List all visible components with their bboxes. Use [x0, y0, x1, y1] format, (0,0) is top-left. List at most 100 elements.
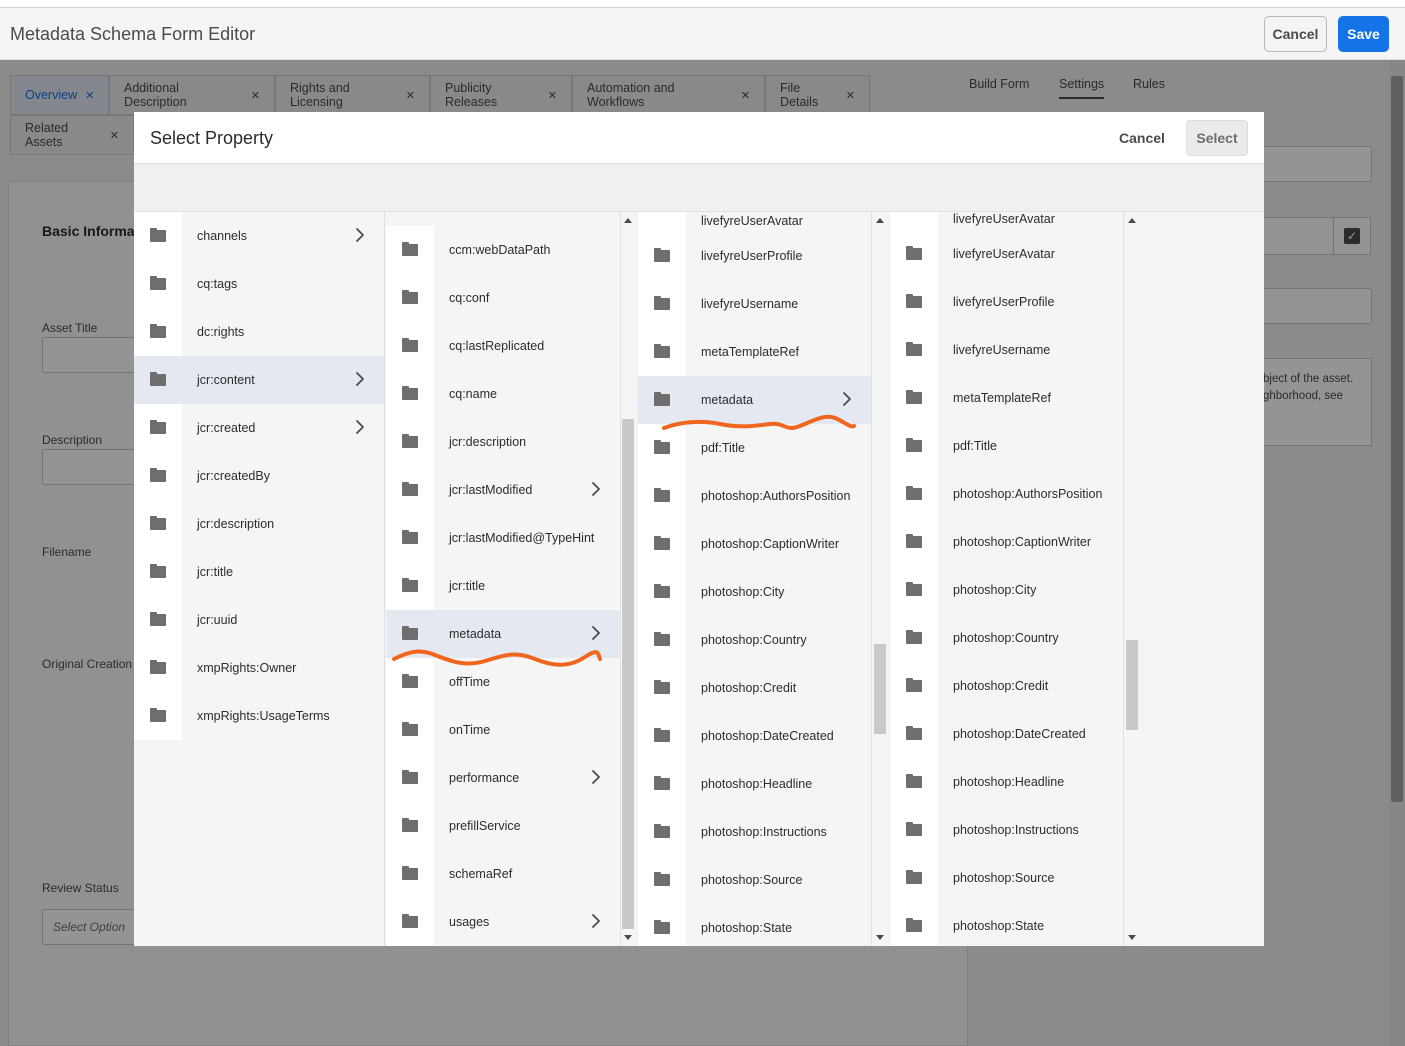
property-row[interactable]: usages — [386, 898, 620, 946]
chevron-right-icon[interactable] — [350, 369, 370, 389]
scroll-down-icon[interactable] — [876, 935, 884, 940]
dialog-cancel-button[interactable]: Cancel — [1110, 120, 1174, 156]
folder-icon — [906, 534, 922, 548]
property-row[interactable]: jcr:lastModified@TypeHint — [386, 514, 620, 562]
folder-icon — [402, 578, 418, 592]
property-label: usages — [449, 915, 490, 929]
scroll-up-icon[interactable] — [624, 218, 632, 223]
property-row[interactable]: xmpRights:Owner — [134, 644, 384, 692]
property-row[interactable]: jcr:createdBy — [134, 452, 384, 500]
property-row[interactable]: photoshop:Country — [638, 616, 871, 664]
property-row[interactable]: cq:lastReplicated — [386, 322, 620, 370]
property-row[interactable]: onTime — [386, 706, 620, 754]
property-row[interactable]: photoshop:Credit — [638, 664, 871, 712]
property-row[interactable]: jcr:uuid — [134, 596, 384, 644]
property-row[interactable]: photoshop:State — [638, 904, 871, 946]
property-row[interactable]: photoshop:Headline — [890, 758, 1123, 806]
property-row[interactable]: photoshop:Instructions — [890, 806, 1123, 854]
property-row[interactable]: photoshop:DateCreated — [890, 710, 1123, 758]
folder-icon-cell — [386, 754, 434, 802]
folder-icon-cell — [638, 328, 686, 376]
save-button[interactable]: Save — [1338, 16, 1389, 52]
property-row[interactable]: livefyreUserProfile — [638, 232, 871, 280]
property-row[interactable]: photoshop:CaptionWriter — [638, 520, 871, 568]
dialog-title: Select Property — [150, 128, 274, 148]
column-browser-level-1: channels cq:tags dc:rights jcr:content jcr:c… — [134, 212, 385, 946]
property-row[interactable]: performance — [386, 754, 620, 802]
property-row[interactable]: photoshop:Source — [638, 856, 871, 904]
property-row[interactable]: jcr:title — [386, 562, 620, 610]
property-label: photoshop:DateCreated — [701, 729, 834, 743]
property-row[interactable]: pdf:Title — [890, 422, 1123, 470]
property-row[interactable]: photoshop:Instructions — [638, 808, 871, 856]
property-row[interactable]: photoshop:Source — [890, 854, 1123, 902]
property-row[interactable]: metadata — [638, 376, 871, 424]
chevron-right-icon[interactable] — [350, 225, 370, 245]
scrollbar-thumb[interactable] — [1126, 640, 1138, 730]
folder-icon — [150, 516, 166, 530]
scrollbar-thumb[interactable] — [874, 644, 886, 734]
property-row[interactable]: jcr:content — [134, 356, 384, 404]
column-2-scrollbar[interactable] — [621, 212, 635, 946]
cancel-button[interactable]: Cancel — [1264, 16, 1327, 52]
chevron-right-icon[interactable] — [586, 767, 606, 787]
column-browser-level-2: ccm:webDataPath cq:conf cq:lastReplicated c… — [386, 212, 621, 946]
scroll-up-icon[interactable] — [876, 218, 884, 223]
property-row[interactable]: photoshop:Country — [890, 614, 1123, 662]
property-row[interactable]: pdf:Title — [638, 424, 871, 472]
scroll-up-icon[interactable] — [1128, 218, 1136, 223]
property-label: livefyreUserAvatar — [953, 247, 1055, 261]
property-row[interactable]: jcr:description — [134, 500, 384, 548]
property-row[interactable]: photoshop:AuthorsPosition — [638, 472, 871, 520]
property-row[interactable]: photoshop:City — [638, 568, 871, 616]
folder-icon-cell — [890, 614, 938, 662]
property-row[interactable]: channels — [134, 212, 384, 260]
chevron-right-icon[interactable] — [837, 389, 857, 409]
folder-icon — [654, 872, 670, 886]
property-row[interactable]: livefyreUsername — [890, 326, 1123, 374]
property-label: photoshop:City — [953, 583, 1037, 597]
chevron-right-icon[interactable] — [586, 911, 606, 931]
property-label: photoshop:Source — [953, 871, 1055, 885]
folder-icon-cell — [890, 518, 938, 566]
property-row[interactable]: metadata — [386, 610, 620, 658]
property-row[interactable]: photoshop:AuthorsPosition — [890, 470, 1123, 518]
chevron-right-icon[interactable] — [350, 417, 370, 437]
chevron-right-icon[interactable] — [586, 479, 606, 499]
property-row[interactable]: ccm:webDataPath — [386, 226, 620, 274]
property-row[interactable]: schemaRef — [386, 850, 620, 898]
column-3-scrollbar[interactable] — [873, 212, 887, 946]
property-row[interactable]: photoshop:DateCreated — [638, 712, 871, 760]
dialog-header: Select Property Cancel Select — [134, 112, 1264, 164]
property-row[interactable]: photoshop:Headline — [638, 760, 871, 808]
property-row[interactable]: metaTemplateRef — [890, 374, 1123, 422]
chevron-right-icon[interactable] — [586, 623, 606, 643]
property-row[interactable]: cq:tags — [134, 260, 384, 308]
property-row[interactable]: livefyreUserProfile — [890, 278, 1123, 326]
dialog-select-button[interactable]: Select — [1186, 120, 1248, 156]
property-row[interactable]: jcr:lastModified — [386, 466, 620, 514]
folder-icon — [906, 726, 922, 740]
column-4-scrollbar[interactable] — [1125, 212, 1139, 946]
property-row[interactable]: livefyreUserAvatar — [890, 230, 1123, 278]
property-row[interactable]: offTime — [386, 658, 620, 706]
property-row[interactable]: jcr:created — [134, 404, 384, 452]
property-row[interactable]: dc:rights — [134, 308, 384, 356]
property-row[interactable]: livefyreUsername — [638, 280, 871, 328]
property-row[interactable]: photoshop:City — [890, 566, 1123, 614]
property-row[interactable]: photoshop:Credit — [890, 662, 1123, 710]
property-row[interactable]: photoshop:State — [890, 902, 1123, 946]
folder-icon-cell — [638, 472, 686, 520]
property-row[interactable]: cq:conf — [386, 274, 620, 322]
property-row[interactable]: cq:name — [386, 370, 620, 418]
scrollbar-thumb[interactable] — [622, 419, 634, 929]
scroll-down-icon[interactable] — [624, 935, 632, 940]
property-row[interactable]: jcr:description — [386, 418, 620, 466]
property-row[interactable]: photoshop:CaptionWriter — [890, 518, 1123, 566]
property-row[interactable]: jcr:title — [134, 548, 384, 596]
scroll-down-icon[interactable] — [1128, 935, 1136, 940]
property-row[interactable]: prefillService — [386, 802, 620, 850]
property-row[interactable]: xmpRights:UsageTerms — [134, 692, 384, 740]
property-row[interactable]: metaTemplateRef — [638, 328, 871, 376]
folder-icon-cell — [386, 610, 434, 658]
